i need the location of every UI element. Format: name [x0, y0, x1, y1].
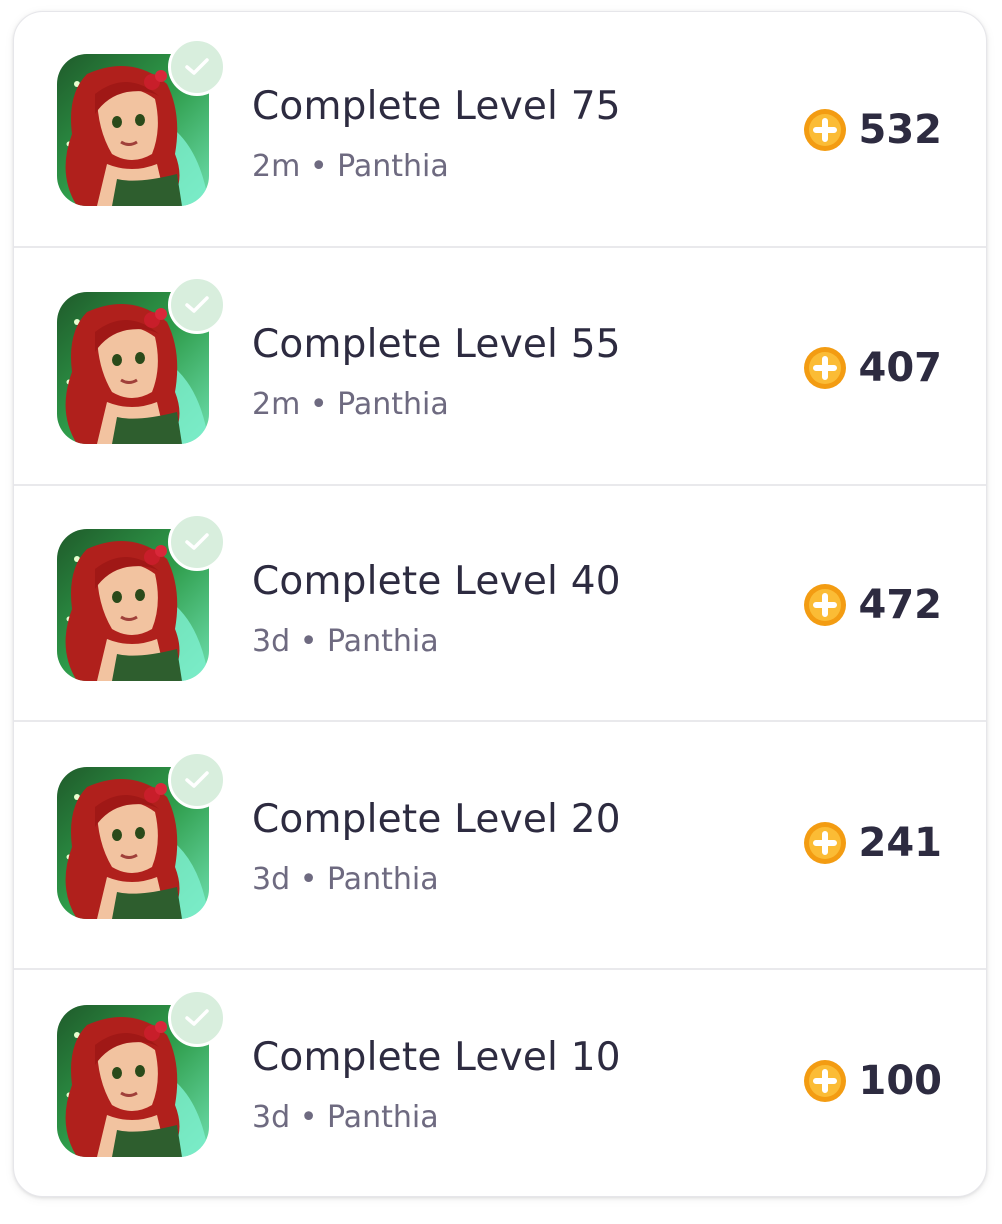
coin-icon: [803, 109, 846, 151]
item-title: Complete Level 10: [252, 1035, 621, 1080]
completed-check-badge: [168, 751, 226, 809]
coin-icon: [803, 584, 846, 626]
separator-dot: •: [309, 387, 328, 422]
separator-dot: •: [299, 862, 318, 897]
separator-dot: •: [299, 1100, 318, 1135]
item-meta: 2m • Panthia: [252, 387, 449, 422]
list-item[interactable]: Complete Level 10 3d • Panthia 100: [14, 970, 986, 1196]
separator-dot: •: [309, 149, 328, 184]
reward: 241: [803, 820, 943, 866]
checkmark-icon: [185, 771, 209, 788]
completed-check-badge: [168, 989, 226, 1047]
item-title: Complete Level 20: [252, 797, 621, 842]
item-time: 3d: [252, 624, 291, 659]
reward-amount: 100: [858, 1058, 943, 1104]
item-title: Complete Level 40: [252, 559, 621, 604]
item-author: Panthia: [326, 1100, 439, 1135]
list-item[interactable]: Complete Level 20 3d • Panthia 241: [14, 722, 986, 970]
coin-icon: [803, 822, 846, 864]
item-time: 2m: [252, 387, 301, 422]
item-title: Complete Level 75: [252, 84, 621, 129]
list-item[interactable]: Complete Level 75 2m • Panthia 532: [14, 12, 986, 248]
checkmark-icon: [185, 1009, 209, 1026]
item-time: 2m: [252, 149, 301, 184]
checkmark-icon: [185, 296, 209, 313]
coin-icon: [803, 1060, 846, 1102]
item-meta: 2m • Panthia: [252, 149, 449, 184]
item-meta: 3d • Panthia: [252, 1100, 439, 1135]
item-time: 3d: [252, 1100, 291, 1135]
list-item[interactable]: Complete Level 40 3d • Panthia 472: [14, 486, 986, 722]
completed-check-badge: [168, 38, 226, 96]
completed-check-badge: [168, 513, 226, 571]
reward: 532: [803, 107, 943, 153]
item-author: Panthia: [337, 149, 449, 184]
separator-dot: •: [299, 624, 318, 659]
reward: 407: [803, 345, 943, 391]
completed-check-badge: [168, 276, 226, 334]
item-time: 3d: [252, 862, 291, 897]
checkmark-icon: [185, 533, 209, 550]
reward: 472: [803, 582, 943, 628]
reward-amount: 241: [858, 820, 943, 866]
item-meta: 3d • Panthia: [252, 862, 439, 897]
reward: 100: [803, 1058, 943, 1104]
item-author: Panthia: [326, 862, 439, 897]
checkmark-icon: [185, 58, 209, 75]
coin-icon: [803, 347, 846, 389]
rewards-list-card: Complete Level 75 2m • Panthia 532 Compl…: [13, 11, 987, 1197]
reward-amount: 407: [858, 345, 943, 391]
reward-amount: 472: [858, 582, 943, 628]
reward-amount: 532: [858, 107, 943, 153]
item-title: Complete Level 55: [252, 322, 621, 367]
item-author: Panthia: [337, 387, 449, 422]
item-meta: 3d • Panthia: [252, 624, 439, 659]
list-item[interactable]: Complete Level 55 2m • Panthia 407: [14, 248, 986, 486]
item-author: Panthia: [326, 624, 439, 659]
